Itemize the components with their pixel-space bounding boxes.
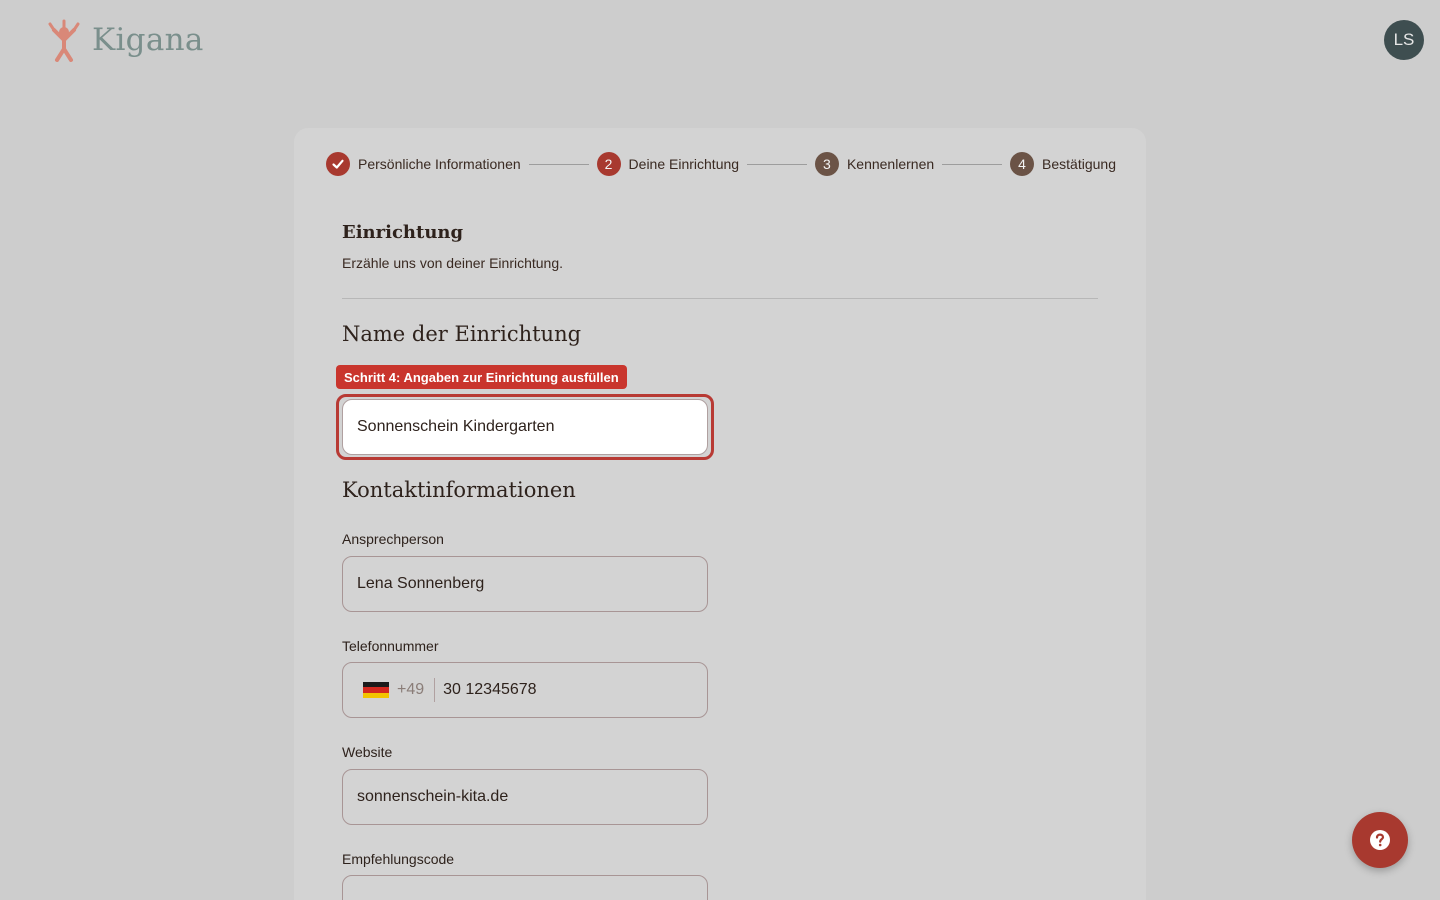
step-connector [747,163,807,165]
phone-country-code: +49 [397,681,425,698]
question-icon [1370,830,1390,850]
phone-label: Telefonnummer [342,638,439,654]
step-connector [528,163,589,165]
brand-logo[interactable]: Kigana [46,18,204,62]
section-description: Erzähle uns von deiner Einrichtung. [342,255,564,271]
step-connector [942,163,1003,165]
stepper: Persönliche Informationen 2 Deine Einric… [326,152,1116,176]
website-input[interactable]: sonnenschein-kita.de [342,769,708,825]
check-icon [326,152,350,176]
step-label: Deine Einrichtung [628,156,740,172]
step-label: Kennenlernen [846,156,935,172]
referral-code-label: Empfehlungscode [342,851,455,867]
phone-input[interactable]: +49 30 12345678 [342,662,708,718]
step-number: 2 [596,152,621,176]
step-number: 3 [814,152,839,176]
step-facility[interactable]: 2 Deine Einrichtung [596,152,740,176]
phone-separator [434,678,436,702]
step-confirmation[interactable]: 4 Bestätigung [1010,152,1116,176]
step-label: Persönliche Informationen [358,156,521,172]
step-number: 4 [1010,152,1035,176]
step-label: Bestätigung [1042,156,1116,172]
divider [342,298,1098,299]
website-label: Website [342,744,393,760]
facility-name-input[interactable]: Sonnenschein Kindergarten [342,399,708,455]
germany-flag-icon[interactable] [363,682,389,698]
contact-person-input[interactable]: Lena Sonnenberg [342,556,708,612]
step-hint-tooltip: Schritt 4: Angaben zur Einrichtung ausfü… [336,365,627,389]
facility-heading: Name der Einrichtung [342,322,582,346]
step-personal-info[interactable]: Persönliche Informationen [326,152,521,176]
phone-number-value: 30 12345678 [443,681,537,698]
contact-person-label: Ansprechperson [342,531,444,547]
kigana-logo-icon [48,19,80,62]
onboarding-card: Persönliche Informationen 2 Deine Einric… [294,128,1146,900]
section-title: Einrichtung [342,222,464,243]
help-button[interactable] [1352,812,1408,868]
contact-heading: Kontaktinformationen [342,478,576,502]
step-get-to-know[interactable]: 3 Kennenlernen [814,152,935,176]
user-avatar[interactable]: LS [1384,20,1424,60]
brand-name: Kigana [92,22,204,58]
referral-code-input[interactable] [342,875,708,900]
